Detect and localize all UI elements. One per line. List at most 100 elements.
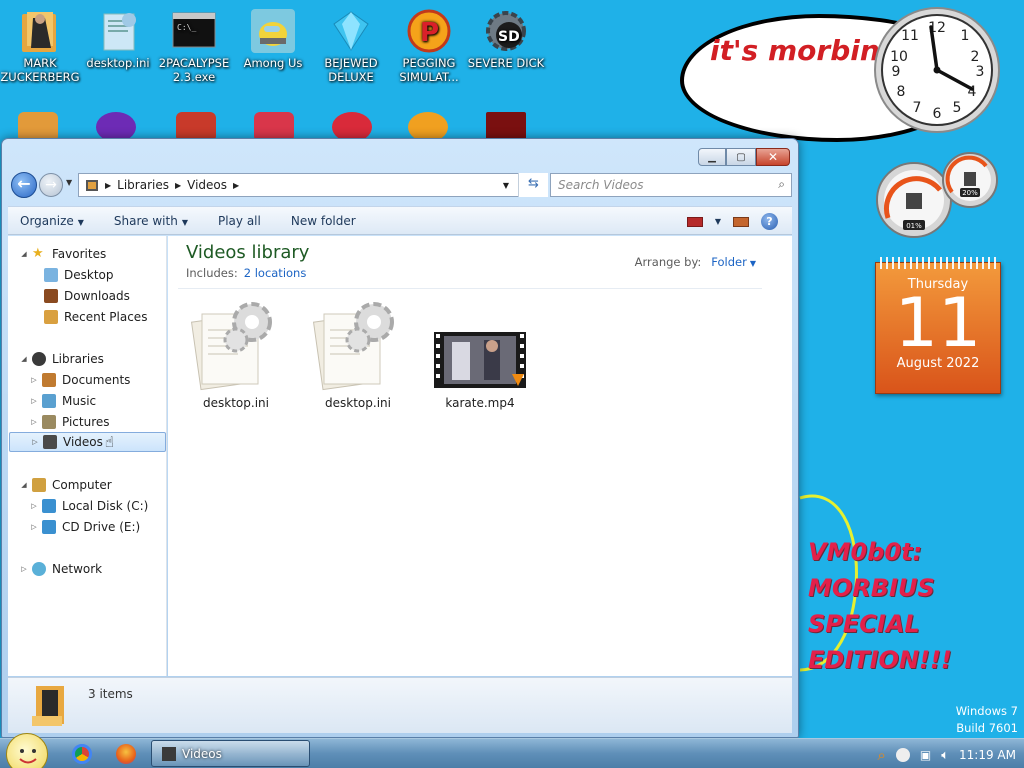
play-all-button[interactable]: Play all (218, 214, 261, 228)
nav-label: Libraries (52, 352, 104, 366)
nav-desktop[interactable]: Desktop (30, 265, 114, 285)
expand-triangle-icon[interactable]: ◢ (18, 355, 30, 363)
watermark-line: Windows 7 (955, 704, 1018, 718)
forward-button[interactable]: → (39, 173, 63, 197)
refresh-button[interactable]: ⇆ (518, 173, 548, 197)
minimize-button[interactable]: ▁ (698, 148, 726, 166)
nav-videos[interactable]: ▷ Videos ☝ (9, 432, 166, 452)
nav-documents[interactable]: ▷ Documents (28, 370, 130, 390)
details-pane: 3 items (8, 677, 792, 733)
nav-computer[interactable]: ◢ Computer (18, 475, 112, 495)
library-includes: Includes: 2 locations (186, 266, 306, 280)
expand-triangle-icon[interactable]: ▷ (28, 418, 40, 426)
desktop-icon-2pacalypse[interactable]: C:\_ 2PACALYPSE 2.3.exe (154, 8, 234, 84)
search-placeholder: Search Videos (558, 178, 644, 192)
search-input[interactable]: Search Videos ⌕ (550, 173, 792, 197)
breadcrumb-libraries[interactable]: Libraries (117, 178, 169, 192)
explorer-window[interactable]: ▁ ▢ ✕ ← → ▼ ▶ Libraries ▶ Videos ▶ ▼ ⇆ S… (1, 138, 799, 738)
includes-label: Includes: (186, 266, 238, 280)
address-bar[interactable]: ▶ Libraries ▶ Videos ▶ ▼ (78, 173, 548, 197)
help-icon[interactable]: ? (761, 213, 778, 230)
clock-gadget[interactable]: 12 1 2 3 4567 8 9 10 11 (872, 5, 1002, 135)
expand-triangle-icon[interactable]: ◢ (18, 481, 30, 489)
desktop-icon-severe-dick[interactable]: SD SEVERE DICK (466, 8, 546, 70)
among-us-icon (250, 8, 296, 54)
desktop-icon-bejewed[interactable]: BEJEWED DELUXE (311, 8, 391, 84)
organize-button[interactable]: Organize ▼ (20, 214, 84, 228)
firefox-icon[interactable] (116, 744, 136, 764)
expand-triangle-icon[interactable]: ▷ (29, 438, 41, 446)
calendar-gadget[interactable]: Thursday 11 August 2022 (875, 257, 1001, 394)
clock-time[interactable]: 11:19 AM (959, 748, 1016, 762)
network-icon[interactable]: ▣ (920, 748, 931, 762)
search-icon[interactable]: ⌕ (778, 177, 785, 192)
breadcrumb-videos[interactable]: Videos (187, 178, 227, 192)
desktop-icon-desktop-ini[interactable]: desktop.ini (78, 8, 158, 70)
forward-arrow-icon: → (45, 177, 57, 193)
taskbar-button-videos[interactable]: Videos (151, 740, 310, 767)
watermark-line: Build 7601 (956, 721, 1018, 735)
hard-disk-icon (42, 499, 56, 513)
nav-favorites[interactable]: ◢ ★ Favorites (18, 244, 106, 264)
expand-triangle-icon[interactable]: ▷ (28, 523, 40, 531)
desktop-icon-pegging-sim[interactable]: P PEGGING SIMULAT... (389, 8, 469, 84)
nav-recent-places[interactable]: Recent Places (30, 307, 147, 327)
expand-triangle-icon[interactable]: ▷ (28, 397, 40, 405)
locations-link[interactable]: 2 locations (244, 266, 307, 280)
change-view-icon[interactable] (686, 216, 703, 227)
expand-triangle-icon[interactable]: ▷ (18, 565, 30, 573)
expand-triangle-icon[interactable]: ◢ (18, 250, 30, 258)
nav-pictures[interactable]: ▷ Pictures (28, 412, 110, 432)
back-arrow-icon: ← (17, 174, 31, 193)
organize-label: Organize (20, 213, 74, 228)
nav-label: Pictures (62, 415, 110, 429)
chevron-down-icon[interactable]: ▼ (750, 259, 756, 268)
nav-downloads[interactable]: Downloads (30, 286, 130, 306)
videos-library-icon (162, 746, 176, 761)
address-dropdown-icon[interactable]: ▼ (503, 181, 509, 190)
desktop-icon-label: PEGGING SIMULAT... (399, 56, 459, 84)
nav-label: Network (52, 562, 103, 576)
start-button[interactable] (6, 733, 48, 768)
expand-triangle-icon[interactable]: ▷ (28, 502, 40, 510)
nav-music[interactable]: ▷ Music (28, 391, 96, 411)
settings-file-icon (95, 8, 141, 54)
search-icon[interactable]: ⌕ (877, 746, 885, 764)
maximize-button[interactable]: ▢ (726, 148, 756, 166)
svg-text:C:\_: C:\_ (177, 23, 196, 32)
sd-gear-icon: SD (483, 8, 529, 54)
nav-network[interactable]: ▷ Network (18, 559, 102, 579)
cd-drive-icon (42, 520, 56, 534)
peggle-icon: P (406, 8, 452, 54)
breadcrumb-arrow-icon[interactable]: ▶ (233, 181, 239, 190)
gem-icon (328, 8, 374, 54)
share-with-button[interactable]: Share with ▼ (114, 214, 188, 228)
nav-label: Videos (63, 435, 103, 449)
view-options-chevron-icon[interactable]: ▼ (715, 217, 721, 226)
action-center-icon[interactable] (895, 748, 910, 762)
svg-text:10: 10 (890, 49, 908, 65)
preview-pane-icon[interactable] (733, 216, 749, 227)
breadcrumb-arrow-icon[interactable]: ▶ (175, 181, 181, 190)
new-folder-button[interactable]: New folder (291, 214, 356, 228)
chrome-icon[interactable] (72, 744, 92, 764)
file-item[interactable]: desktop.ini (306, 296, 410, 410)
nav-libraries[interactable]: ◢ Libraries (18, 349, 104, 369)
desktop-icon-mark-zuckerberg[interactable]: MARK ZUCKERBERG (0, 8, 80, 84)
volume-icon[interactable]: 🔈︎ (941, 748, 949, 763)
memory-meter-gadget[interactable]: 20% (940, 150, 1000, 213)
expand-triangle-icon[interactable]: ▷ (28, 376, 40, 384)
close-button[interactable]: ✕ (756, 148, 790, 166)
nav-cd-drive[interactable]: ▷ CD Drive (E:) (28, 517, 140, 537)
recent-pages-dropdown-icon[interactable]: ▼ (66, 178, 72, 187)
back-button[interactable]: ← (11, 172, 37, 198)
minimize-icon: ▁ (708, 151, 716, 163)
desktop-icon-among-us[interactable]: Among Us (233, 8, 313, 70)
file-list-pane[interactable]: Videos library Includes: 2 locations Arra… (168, 236, 792, 676)
nav-label: Documents (62, 373, 131, 387)
file-item[interactable]: desktop.ini (184, 296, 288, 410)
nav-local-disk[interactable]: ▷ Local Disk (C:) (28, 496, 148, 516)
arrange-by-dropdown[interactable]: Folder (711, 255, 747, 269)
file-item[interactable]: karate.mp4 (428, 296, 532, 410)
breadcrumb-arrow-icon[interactable]: ▶ (105, 181, 111, 190)
